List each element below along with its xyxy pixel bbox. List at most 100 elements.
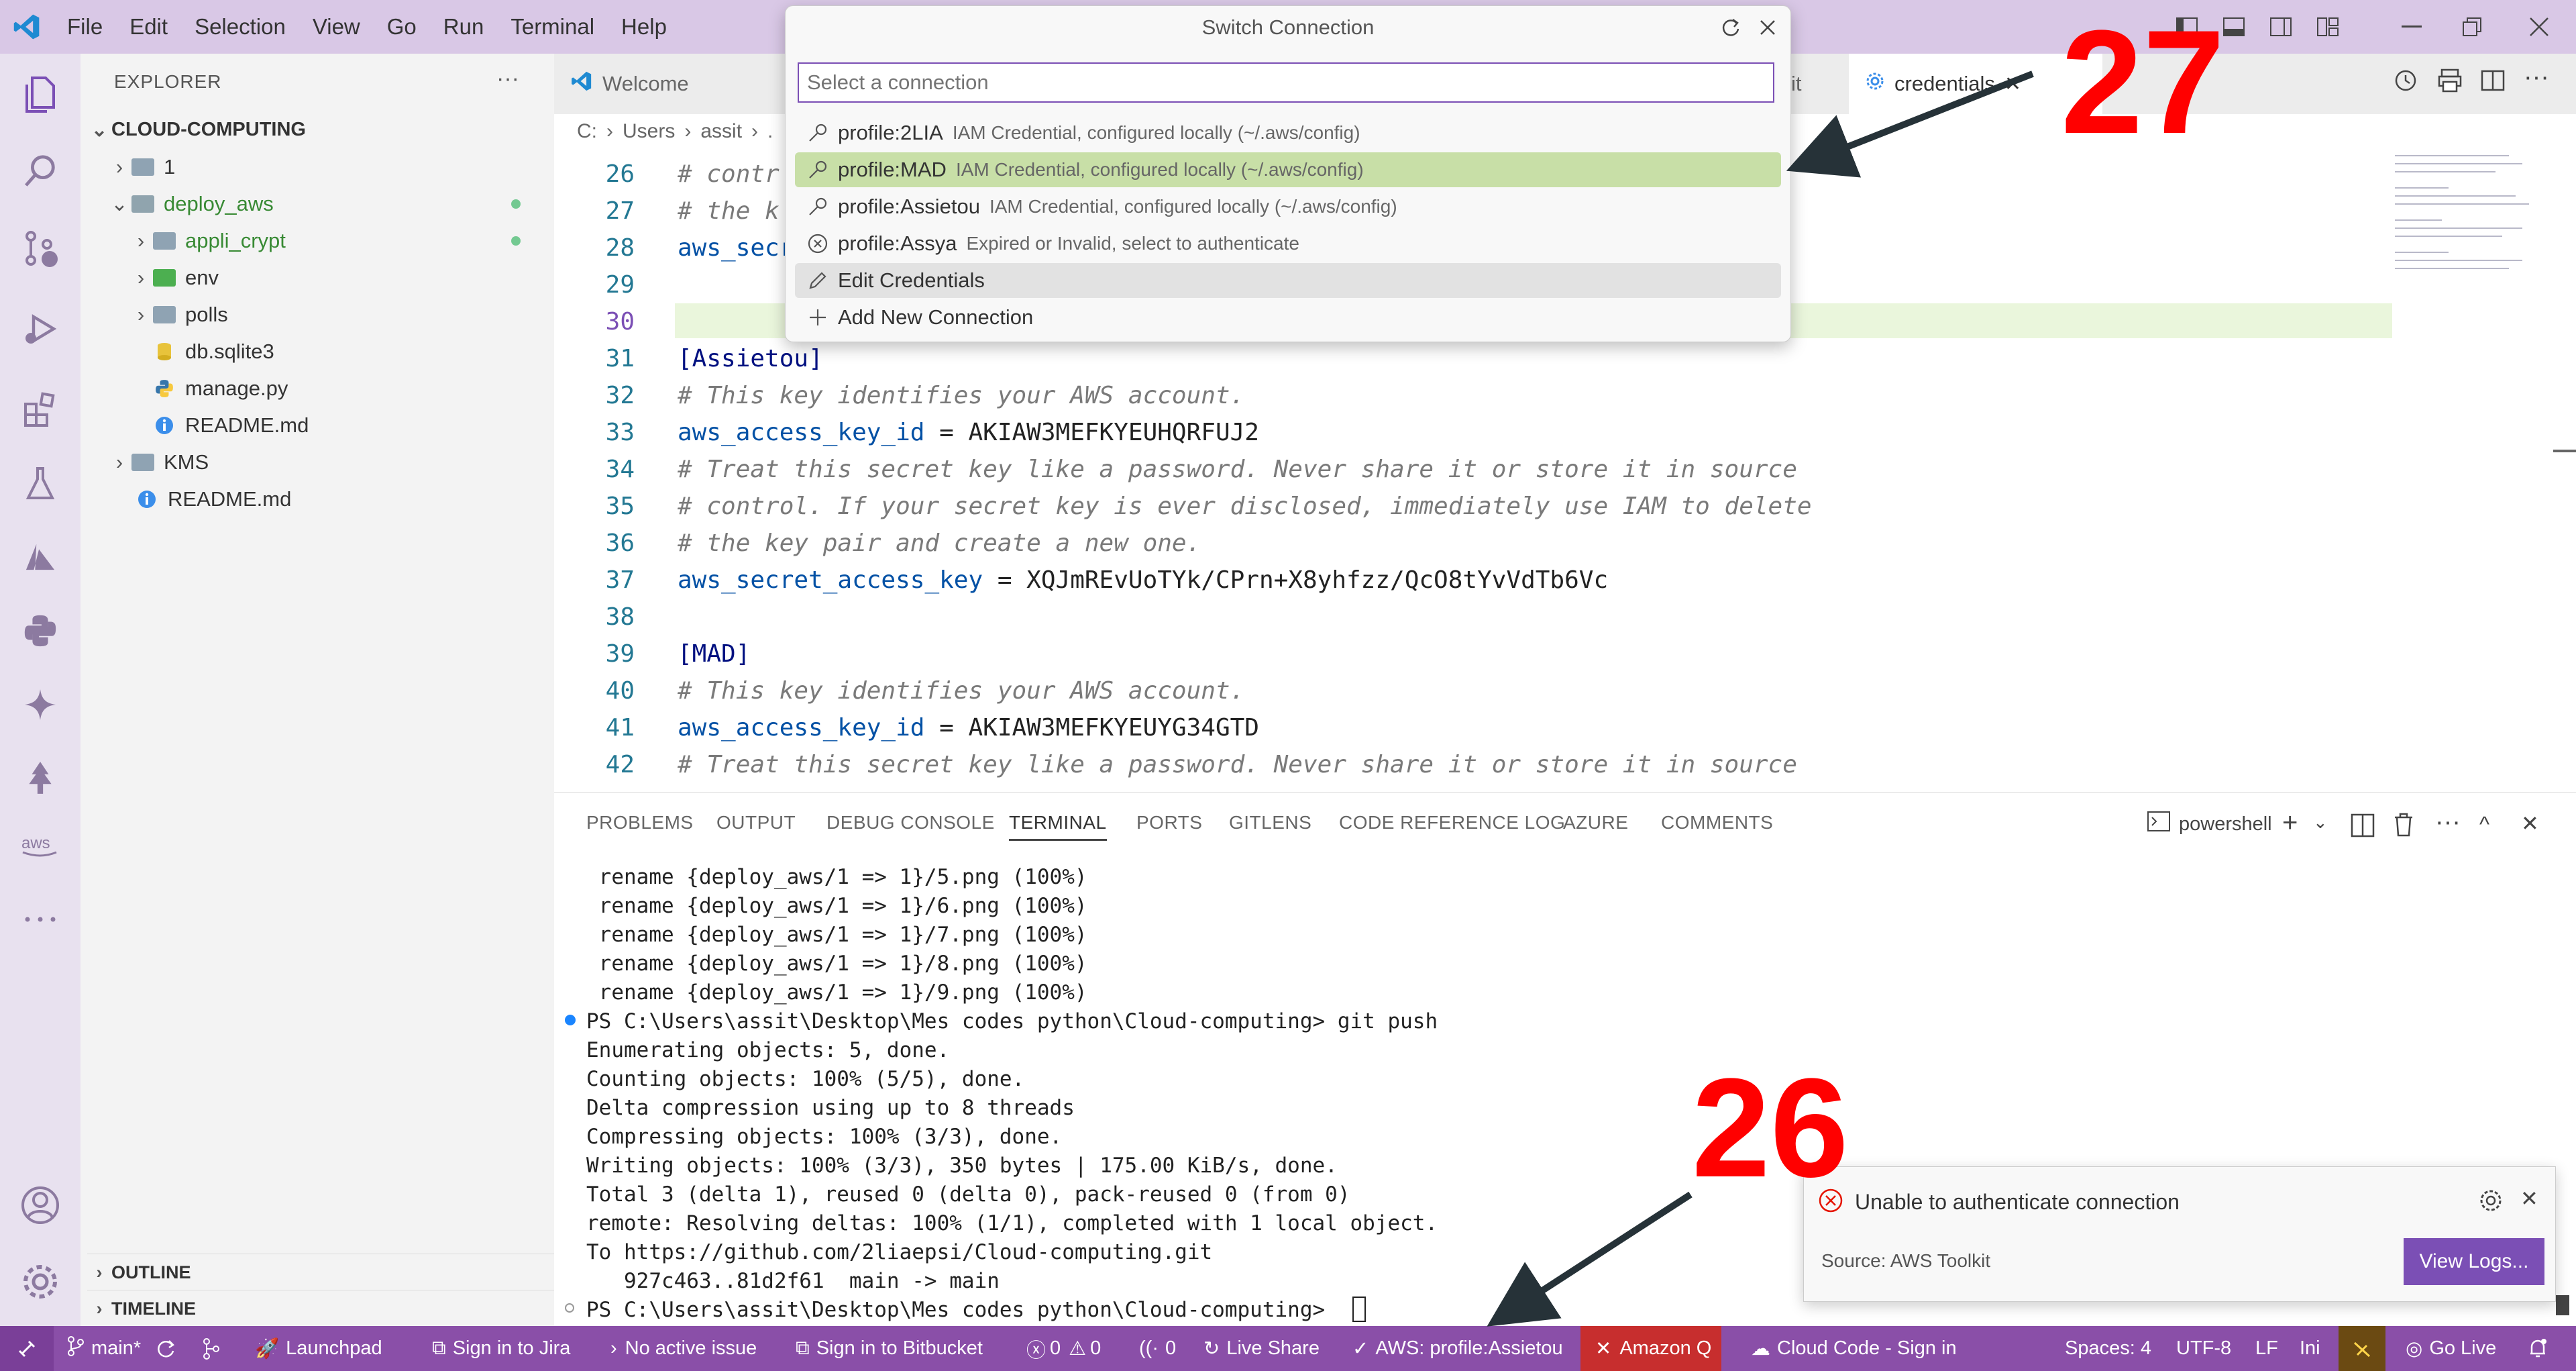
connection-item-mad[interactable]: profile:MAD IAM Credential, configured l… <box>795 152 1781 187</box>
copilot-disabled-icon[interactable] <box>2339 1326 2385 1371</box>
code-line[interactable]: 38 <box>554 599 2567 636</box>
tab-azure[interactable]: AZURE <box>1563 812 1628 833</box>
file-readme-md[interactable]: README.md <box>153 407 309 444</box>
notification-settings-gear-icon[interactable] <box>2477 1187 2504 1217</box>
code-line[interactable]: 35 # control. If your secret key is ever … <box>554 488 2567 525</box>
amazon-q-button[interactable]: ✕ Amazon Q <box>1580 1326 1721 1371</box>
tab-comments[interactable]: COMMENTS <box>1661 812 1773 833</box>
encoding-indicator[interactable]: UTF-8 <box>2176 1326 2231 1371</box>
file-manage-py[interactable]: manage.py <box>153 370 288 407</box>
connection-item-2lia[interactable]: profile:2LIA IAM Credential, configured … <box>795 115 1781 150</box>
code-line[interactable]: 41 aws_access_key_id = AKIAW3MEFKYEUYG34G… <box>554 709 2567 746</box>
tab-problems[interactable]: PROBLEMS <box>586 812 694 833</box>
tab-output[interactable]: OUTPUT <box>716 812 796 833</box>
menu-file[interactable]: File <box>54 14 116 40</box>
code-line[interactable]: 36 # the key pair and create a new one. <box>554 525 2567 562</box>
more-actions-icon[interactable]: ··· <box>496 66 519 92</box>
code-line[interactable]: 37 aws_secret_access_key = XQJmREvUoTYk/C… <box>554 562 2567 599</box>
more-views-icon[interactable] <box>13 893 67 946</box>
code-line[interactable]: 42 # Treat this secret key like a passwor… <box>554 746 2567 783</box>
cloud-code-signin-button[interactable]: ☁ Cloud Code - Sign in <box>1751 1326 1957 1371</box>
testing-flask-icon[interactable] <box>13 456 67 510</box>
indentation-indicator[interactable]: Spaces: 4 <box>2065 1326 2151 1371</box>
trash-icon[interactable] <box>2392 812 2415 841</box>
aws-icon[interactable]: aws <box>13 819 67 872</box>
timeline-section[interactable]: › TIMELINE <box>87 1290 554 1327</box>
workspace-root[interactable]: ⌄ CLOUD-COMPUTING <box>87 111 306 148</box>
bitbucket-signin-button[interactable]: ⧉ Sign in to Bitbucket <box>796 1326 983 1371</box>
close-tab-icon[interactable]: ✕ <box>2004 72 2021 96</box>
close-panel-icon[interactable]: ✕ <box>2521 811 2539 836</box>
connection-item-assya[interactable]: profile:Assya Expired or Invalid, select… <box>795 226 1781 261</box>
menu-view[interactable]: View <box>299 14 374 40</box>
menu-help[interactable]: Help <box>608 14 680 40</box>
code-line[interactable]: 31 [Assietou] <box>554 340 2567 377</box>
tab-code-reference-log[interactable]: CODE REFERENCE LOG <box>1339 812 1565 833</box>
tab-gitlens[interactable]: GITLENS <box>1229 812 1311 833</box>
aws-connection-indicator[interactable]: ✓ AWS: profile:Assietou <box>1352 1326 1563 1371</box>
code-line[interactable]: 40 # This key identifies your AWS account… <box>554 672 2567 709</box>
tab-ports[interactable]: PORTS <box>1136 812 1202 833</box>
code-line[interactable]: 33 aws_access_key_id = AKIAW3MEFKYEUHQRFU… <box>554 414 2567 451</box>
run-debug-icon[interactable] <box>13 302 67 356</box>
folder-appli-crypt[interactable]: › appli_crypt <box>129 222 286 259</box>
code-line[interactable]: 32 # This key identifies your AWS account… <box>554 377 2567 414</box>
python-icon[interactable] <box>13 604 67 658</box>
explorer-icon[interactable] <box>13 67 67 121</box>
more-actions-icon[interactable]: ··· <box>2524 63 2549 92</box>
close-window-icon[interactable] <box>2509 0 2569 54</box>
folder-polls[interactable]: › polls <box>129 296 228 333</box>
maximize-panel-icon[interactable]: ^ <box>2479 812 2489 837</box>
code-line[interactable]: 39 [MAD] <box>554 636 2567 672</box>
file-db-sqlite3[interactable]: db.sqlite3 <box>153 333 274 370</box>
folder-1[interactable]: › 1 <box>107 148 175 185</box>
settings-gear-icon[interactable] <box>13 1255 67 1309</box>
minimize-icon[interactable] <box>2381 0 2442 54</box>
code-line[interactable]: 34 # Treat this secret key like a passwor… <box>554 451 2567 488</box>
new-terminal-icon[interactable]: + <box>2282 808 2298 838</box>
view-logs-button[interactable]: View Logs... <box>2404 1238 2544 1285</box>
secondary-sidebar-toggle-icon[interactable] <box>2261 0 2301 54</box>
restore-icon[interactable] <box>2442 0 2502 54</box>
print-icon[interactable] <box>2436 67 2463 97</box>
terminal-scrollbar[interactable] <box>2556 1295 2569 1315</box>
live-share-button[interactable]: ↻ Live Share <box>1203 1326 1320 1371</box>
menu-selection[interactable]: Selection <box>181 14 299 40</box>
tab-debug-console[interactable]: DEBUG CONSOLE <box>826 812 995 833</box>
active-issue-button[interactable]: › No active issue <box>610 1326 757 1371</box>
tab-terminal[interactable]: TERMINAL <box>1009 812 1107 841</box>
extensions-icon[interactable] <box>13 383 67 436</box>
folder-env[interactable]: › env <box>129 259 219 296</box>
branch-indicator[interactable]: main* <box>67 1326 141 1371</box>
sync-icon[interactable] <box>154 1326 177 1371</box>
account-icon[interactable] <box>13 1178 67 1232</box>
add-new-connection-item[interactable]: Add New Connection <box>795 300 1781 335</box>
chevron-down-icon[interactable]: ⌄ <box>2313 812 2328 833</box>
source-control-graph-icon[interactable] <box>201 1326 221 1371</box>
terminal-shell-selector[interactable]: powershell <box>2147 811 2272 837</box>
problems-indicator[interactable]: ⓧ 0 ⚠ 0 <box>1026 1326 1101 1371</box>
connection-search-input[interactable] <box>798 62 1774 103</box>
close-icon[interactable] <box>1756 15 1780 43</box>
source-control-icon[interactable] <box>13 221 67 275</box>
tab-welcome[interactable]: Welcome <box>554 54 705 114</box>
azure-icon[interactable] <box>13 530 67 584</box>
connection-item-assietou[interactable]: profile:Assietou IAM Credential, configu… <box>795 189 1781 224</box>
gemini-sparkle-icon[interactable] <box>13 678 67 731</box>
scrollbar-thumb[interactable] <box>2553 450 2576 452</box>
customize-layout-icon[interactable] <box>2308 0 2348 54</box>
notification-close-icon[interactable]: ✕ <box>2520 1186 2538 1211</box>
search-icon[interactable] <box>13 144 67 198</box>
split-terminal-icon[interactable] <box>2351 813 2375 841</box>
menu-terminal[interactable]: Terminal <box>497 14 608 40</box>
eol-indicator[interactable]: LF <box>2255 1326 2278 1371</box>
notifications-bell-icon[interactable] <box>2528 1326 2548 1371</box>
refresh-icon[interactable] <box>1718 15 1742 43</box>
split-editor-icon[interactable] <box>2479 67 2506 97</box>
go-live-button[interactable]: ◎ Go Live <box>2406 1326 2496 1371</box>
menu-go[interactable]: Go <box>374 14 430 40</box>
menu-edit[interactable]: Edit <box>116 14 181 40</box>
language-mode-indicator[interactable]: Ini <box>2300 1326 2320 1371</box>
folder-deploy-aws[interactable]: ⌄ deploy_aws <box>107 185 274 222</box>
outline-section[interactable]: › OUTLINE <box>87 1254 554 1291</box>
